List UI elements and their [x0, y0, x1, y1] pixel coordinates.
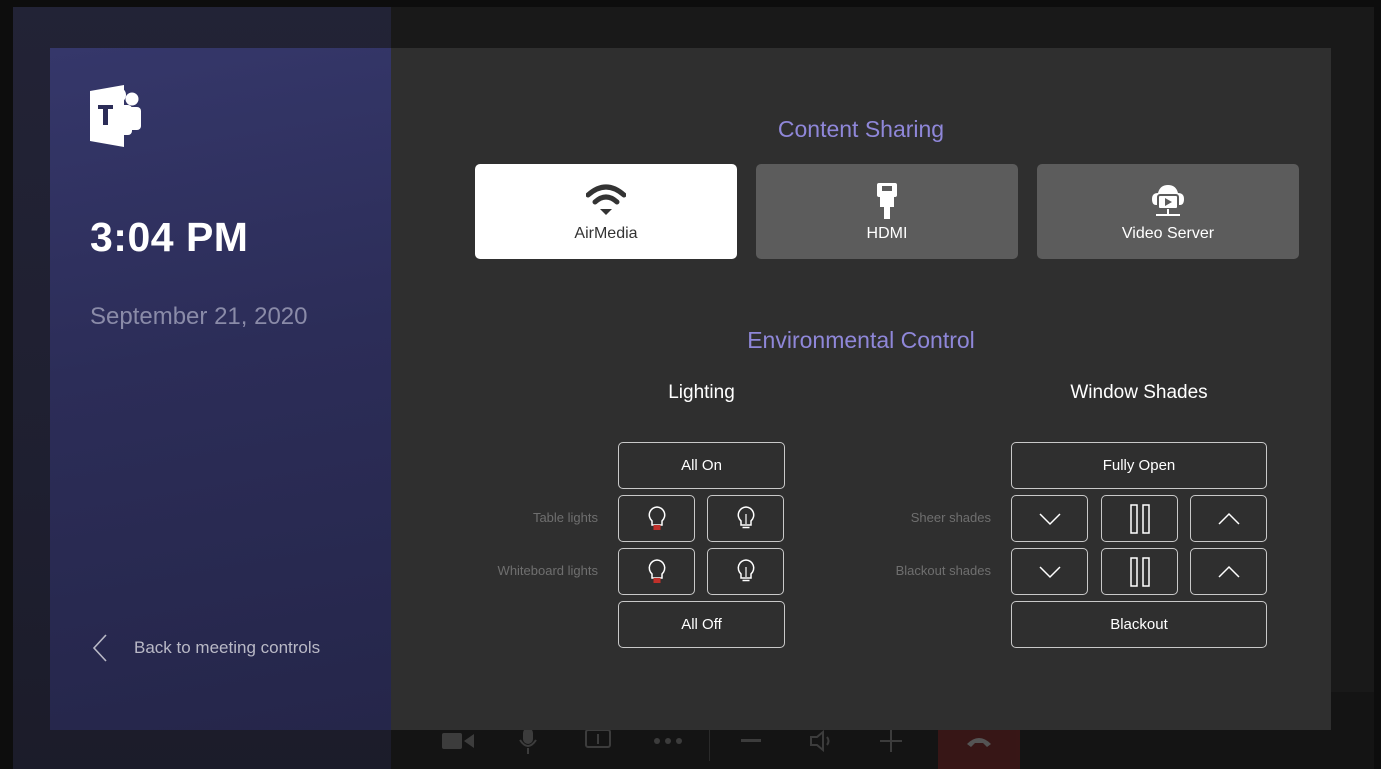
back-to-meeting-controls-button[interactable]: Back to meeting controls — [90, 633, 320, 663]
lightbulb-on-icon — [737, 558, 754, 581]
back-label: Back to meeting controls — [134, 638, 321, 657]
lights-all-on-button[interactable]: All On — [618, 442, 785, 489]
lighting-title: Lighting — [668, 382, 735, 403]
source-label: Video Server — [1121, 224, 1215, 242]
whiteboard-lights-off-button[interactable] — [618, 548, 695, 595]
pause-icon — [1129, 503, 1150, 534]
source-video-server-button[interactable]: Video Server — [1037, 164, 1299, 259]
blackout-shades-up-button[interactable] — [1190, 548, 1267, 595]
video-server-icon — [1148, 181, 1188, 221]
whiteboard-lights-on-button[interactable] — [707, 548, 784, 595]
sheer-shades-label: Sheer shades — [910, 510, 991, 525]
blackout-shades-stop-button[interactable] — [1101, 548, 1178, 595]
source-hdmi-button[interactable]: HDMI — [756, 164, 1018, 259]
content-sharing-title: Content Sharing — [777, 116, 945, 142]
sidebar: 3:04 PM September 21, 2020 Back to meeti… — [50, 48, 391, 730]
chevron-left-icon — [92, 634, 107, 662]
teams-logo — [90, 85, 142, 147]
blackout-shades-label: Blackout shades — [895, 563, 991, 578]
shades-fully-open-button[interactable]: Fully Open — [1011, 442, 1267, 489]
chevron-up-icon — [1217, 565, 1240, 578]
main-content: Content Sharing AirMedia HDMI Video Serv… — [391, 48, 1331, 730]
lightbulb-on-icon — [737, 505, 754, 528]
hdmi-icon — [867, 181, 907, 221]
chevron-down-icon — [1038, 512, 1061, 525]
environmental-control-title: Environmental Control — [747, 327, 975, 353]
pause-icon — [1129, 556, 1150, 587]
table-lights-label: Table lights — [532, 510, 598, 525]
blackout-shades-down-button[interactable] — [1011, 548, 1088, 595]
clock-time: 3:04 PM — [90, 214, 249, 260]
whiteboard-lights-label: Whiteboard lights — [497, 563, 598, 578]
lights-all-off-button[interactable]: All Off — [618, 601, 785, 648]
lightbulb-off-icon — [648, 558, 665, 583]
shades-blackout-button[interactable]: Blackout — [1011, 601, 1267, 648]
sheer-shades-down-button[interactable] — [1011, 495, 1088, 542]
window-shades-title: Window Shades — [1070, 382, 1208, 403]
chevron-up-icon — [1217, 512, 1240, 525]
sheer-shades-stop-button[interactable] — [1101, 495, 1178, 542]
clock-date: September 21, 2020 — [90, 303, 308, 330]
control-panel: 3:04 PM September 21, 2020 Back to meeti… — [50, 48, 1331, 730]
wifi-icon — [586, 181, 626, 221]
table-lights-off-button[interactable] — [618, 495, 695, 542]
source-airmedia-button[interactable]: AirMedia — [475, 164, 737, 259]
chevron-down-icon — [1038, 565, 1061, 578]
lightbulb-off-icon — [648, 505, 665, 530]
sheer-shades-up-button[interactable] — [1190, 495, 1267, 542]
source-label: AirMedia — [574, 224, 638, 242]
source-label: HDMI — [866, 224, 908, 242]
table-lights-on-button[interactable] — [707, 495, 784, 542]
screen: 3:04 PM September 21, 2020 Back to meeti… — [13, 7, 1374, 769]
